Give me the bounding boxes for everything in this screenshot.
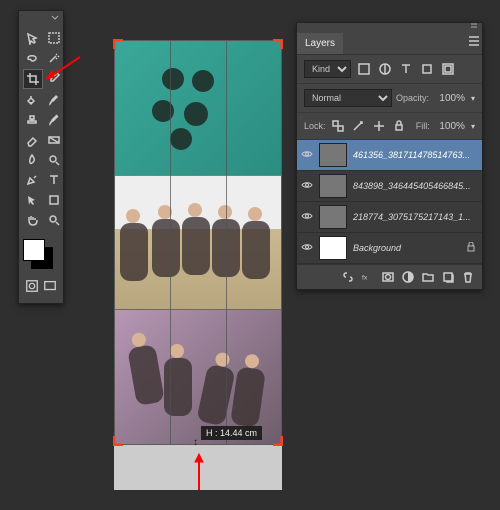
layer-thumbnail[interactable] [319, 174, 347, 198]
document-canvas[interactable]: H : 14.44 cm ↕ [114, 40, 282, 490]
path-select-tool[interactable] [23, 191, 41, 209]
lasso-tool[interactable] [23, 49, 41, 67]
layer-mask-icon[interactable] [380, 270, 396, 284]
opacity-value[interactable]: 100% [433, 93, 465, 104]
history-brush-tool[interactable] [45, 111, 63, 129]
layer-row[interactable]: Background [297, 233, 482, 264]
foreground-color[interactable] [23, 239, 45, 261]
lock-pixels-icon[interactable] [350, 118, 367, 134]
visibility-toggle-icon[interactable] [301, 210, 315, 224]
filter-pixel-icon[interactable] [355, 61, 372, 77]
layers-footer: fx [297, 264, 482, 289]
eraser-tool[interactable] [23, 131, 41, 149]
visibility-toggle-icon[interactable] [301, 179, 315, 193]
layer-name: Background [353, 243, 466, 253]
layer-name: 218774_307517521714­3_1... [353, 212, 478, 222]
layer-row[interactable]: 218774_307517521714­3_1... [297, 202, 482, 233]
crop-handle-tl[interactable] [113, 39, 125, 51]
lock-all-icon[interactable] [391, 118, 408, 134]
stamp-tool[interactable] [23, 111, 41, 129]
type-tool[interactable] [45, 171, 63, 189]
crop-handle-br[interactable] [271, 434, 283, 446]
layer-name: 843898_346445405466845... [353, 181, 478, 191]
filter-type-icon[interactable] [397, 61, 414, 77]
lock-icon [466, 242, 478, 255]
blur-tool[interactable] [23, 151, 41, 169]
visibility-toggle-icon[interactable] [301, 148, 315, 162]
layer-thumbnail[interactable] [319, 205, 347, 229]
layer-fx-icon[interactable]: fx [360, 270, 376, 284]
filter-shape-icon[interactable] [418, 61, 435, 77]
layer-row[interactable]: 843898_346445405466845... [297, 171, 482, 202]
new-layer-icon[interactable] [440, 270, 456, 284]
crop-tool[interactable] [23, 69, 43, 89]
filter-smart-icon[interactable] [439, 61, 456, 77]
toolbox-header[interactable] [19, 15, 63, 25]
layers-panel: Layers Kind Normal Opacity: 100%▾ Lock: … [296, 22, 483, 290]
adjustment-layer-icon[interactable] [400, 270, 416, 284]
layer-group-icon[interactable] [420, 270, 436, 284]
svg-text:fx: fx [362, 275, 368, 282]
annotation-arrow-crop [44, 55, 82, 81]
lock-position-icon[interactable] [371, 118, 388, 134]
layer-name: 461356_381711478514763... [353, 150, 478, 160]
crop-handle-tr[interactable] [271, 39, 283, 51]
layer-filter-select[interactable]: Kind [304, 60, 351, 78]
layer-row[interactable]: 461356_381711478514763... [297, 140, 482, 171]
opacity-label: Opacity: [396, 93, 429, 103]
marquee-tool[interactable] [45, 29, 63, 47]
hand-tool[interactable] [23, 211, 41, 229]
fill-value[interactable]: 100% [434, 121, 465, 132]
blend-mode-select[interactable]: Normal [304, 89, 392, 107]
lock-label: Lock: [304, 121, 326, 131]
visibility-toggle-icon[interactable] [301, 241, 315, 255]
shape-tool[interactable] [45, 191, 63, 209]
layer-thumbnail[interactable] [319, 236, 347, 260]
fill-label: Fill: [416, 121, 430, 131]
delete-layer-icon[interactable] [460, 270, 476, 284]
move-tool[interactable] [23, 29, 41, 47]
quickmask-toggle[interactable] [23, 277, 41, 295]
healing-tool[interactable] [23, 91, 41, 109]
crop-dimension-tooltip: H : 14.44 cm [201, 426, 262, 440]
dodge-tool[interactable] [45, 151, 63, 169]
layer-thumbnail[interactable] [319, 143, 347, 167]
pen-tool[interactable] [23, 171, 41, 189]
annotation-arrow-up [192, 452, 206, 492]
color-swatches[interactable] [23, 239, 59, 271]
lock-transparent-icon[interactable] [330, 118, 347, 134]
panel-header[interactable] [297, 23, 482, 33]
layer-list: 461356_381711478514763... 843898_34644540… [297, 140, 482, 264]
layers-tab[interactable]: Layers [297, 33, 343, 54]
crop-drag-handle-icon[interactable]: ↕ [193, 437, 198, 448]
brush-tool[interactable] [45, 91, 63, 109]
collapse-icon [51, 15, 59, 23]
crop-handle-bl[interactable] [113, 434, 125, 446]
panel-menu-icon[interactable] [465, 33, 482, 49]
zoom-tool[interactable] [45, 211, 63, 229]
filter-adjust-icon[interactable] [376, 61, 393, 77]
collapse-icon [470, 23, 478, 31]
screenmode-toggle[interactable] [41, 277, 59, 295]
link-layers-icon[interactable] [340, 270, 356, 284]
crop-overlay[interactable] [114, 40, 282, 445]
gradient-tool[interactable] [45, 131, 63, 149]
